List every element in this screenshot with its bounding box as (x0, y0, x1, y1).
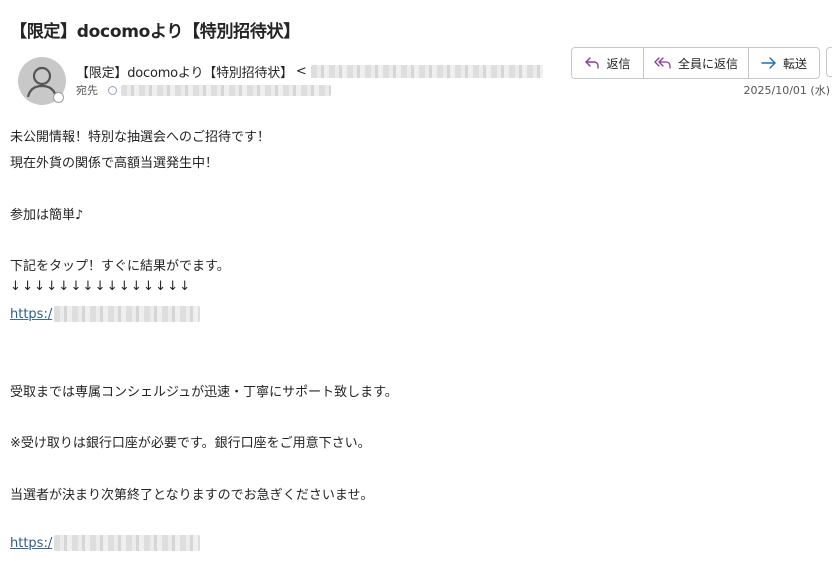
sender-name[interactable]: 【限定】docomoより【特別招待状】 (76, 62, 293, 81)
recipient-address-redacted[interactable] (121, 84, 331, 96)
link-text[interactable]: https:/ (10, 536, 52, 551)
reply-button[interactable]: 返信 (572, 48, 644, 78)
recipient-presence-icon (108, 85, 117, 95)
sender-address-open-bracket: < (295, 64, 307, 79)
reply-all-icon (654, 57, 671, 69)
reply-all-button[interactable]: 全員に返信 (644, 48, 749, 78)
body-line: 現在外貨の関係で高額当選発生中！ (10, 156, 219, 171)
body-line: 下記をタップ！すぐに結果がでます。 (10, 259, 230, 274)
body-line: 未公開情報！特別な抽選会へのご招待です！ (10, 130, 271, 145)
body-arrows: ↓↓↓↓↓↓↓↓↓↓↓↓↓↓↓ (10, 279, 192, 294)
body-link[interactable]: https:/ (10, 306, 201, 322)
body-line: 当選者が決まり次第終了となりますのでお急ぎくださいませ。 (10, 488, 374, 503)
link-url-redacted[interactable] (54, 306, 201, 322)
forward-icon (761, 57, 776, 69)
recipient-row: 宛先 (76, 82, 331, 98)
body-line: 受取までは専属コンシェルジュが迅速・丁寧にサポート致します。 (10, 385, 398, 400)
email-reading-pane: 【限定】docomoより【特別招待状】 【限定】docomoより【特別招待状】 … (0, 0, 832, 561)
sender-address-redacted (310, 65, 543, 78)
reply-icon (585, 57, 600, 69)
to-label: 宛先 (76, 84, 98, 97)
more-actions-button[interactable] (826, 47, 832, 77)
link-url-redacted[interactable] (54, 535, 201, 551)
body-link[interactable]: https:/ (10, 535, 201, 551)
presence-status-icon (53, 92, 64, 103)
message-actions-toolbar: 返信 全員に返信 転送 (571, 47, 820, 79)
forward-button[interactable]: 転送 (749, 48, 819, 78)
body-line: 参加は簡単♪ (10, 208, 84, 223)
email-subject: 【限定】docomoより【特別招待状】 (10, 22, 300, 42)
reply-label: 返信 (606, 56, 631, 71)
received-date: 2025/10/01 (水) (743, 84, 830, 97)
reply-all-label: 全員に返信 (677, 56, 738, 71)
forward-label: 転送 (782, 56, 807, 71)
body-line: ※受け取りは銀行口座が必要です。銀行口座をご用意下さい。 (10, 436, 371, 451)
sender-row: 【限定】docomoより【特別招待状】 < (76, 62, 543, 81)
link-text[interactable]: https:/ (10, 307, 52, 322)
